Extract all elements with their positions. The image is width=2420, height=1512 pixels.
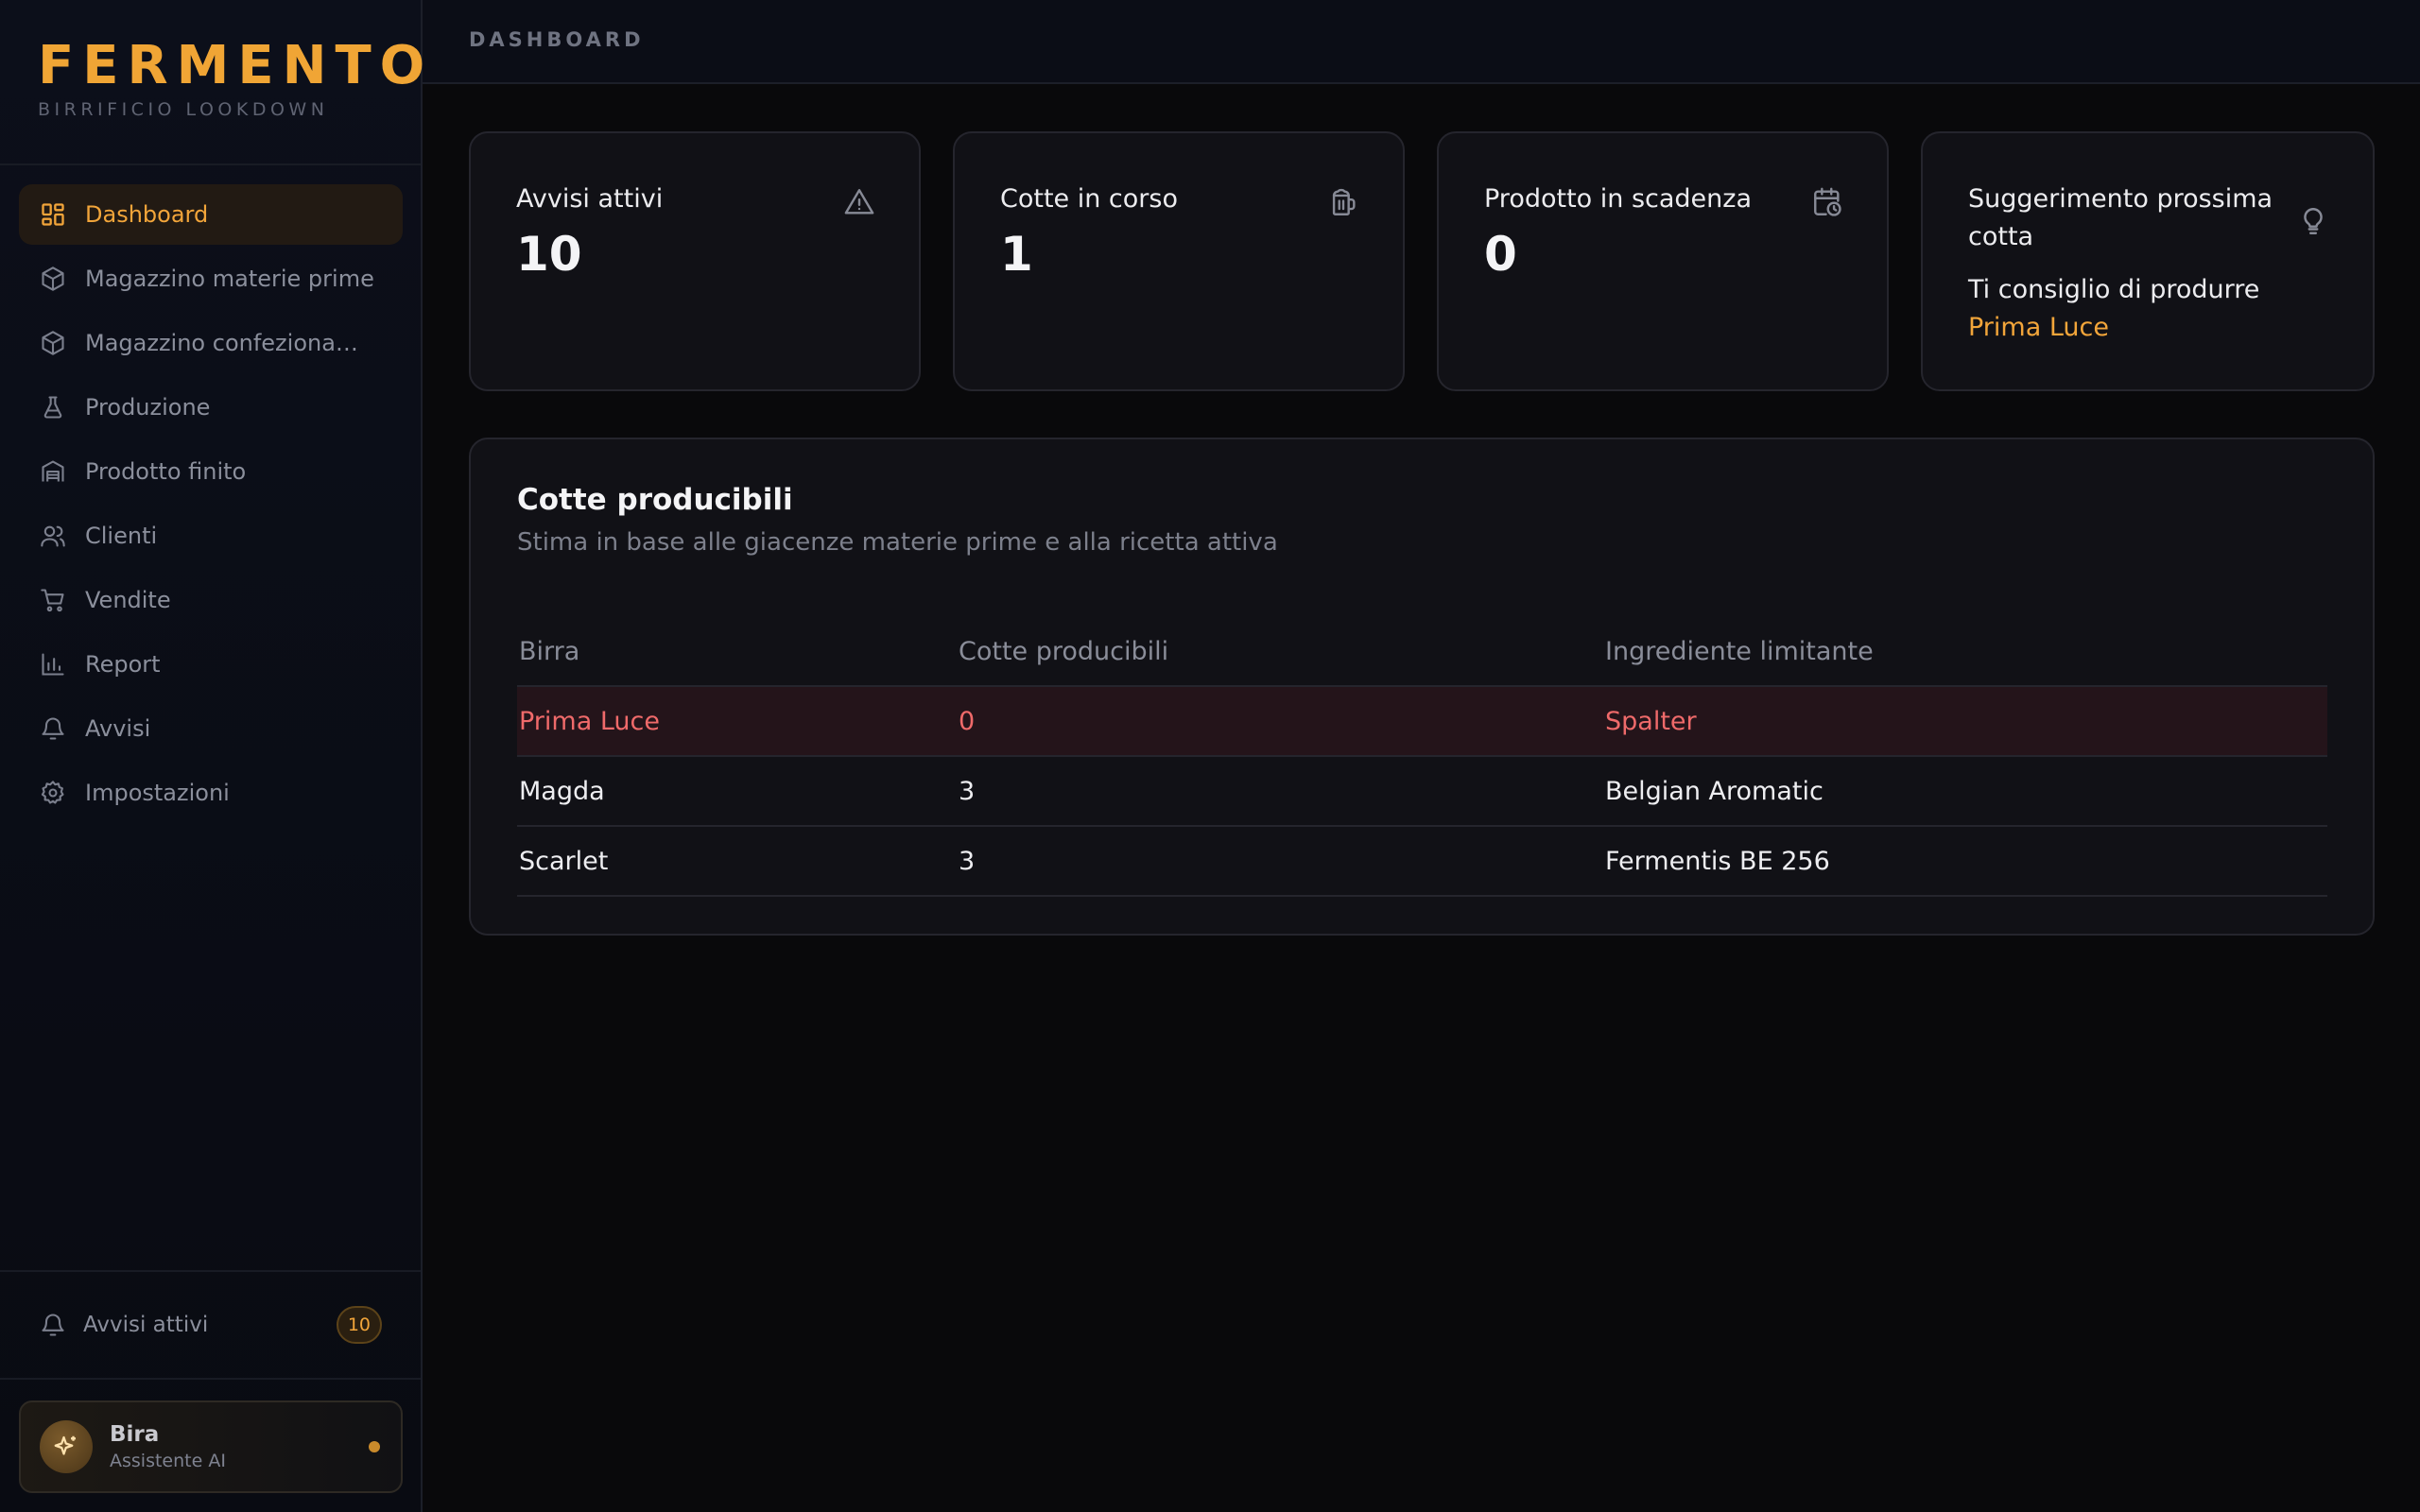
card-batches-in-progress: Cotte in corso 1 bbox=[953, 131, 1405, 391]
sidebar-active-alerts[interactable]: Avvisi attivi 10 bbox=[40, 1304, 382, 1346]
status-dot bbox=[369, 1441, 380, 1452]
box-icon bbox=[40, 330, 66, 356]
calendar-clock-icon bbox=[1811, 186, 1843, 218]
table-row[interactable]: Scarlet 3 Fermentis BE 256 bbox=[517, 827, 2327, 897]
card-active-alerts: Avvisi attivi 10 bbox=[469, 131, 921, 391]
card-title: Prodotto in scadenza bbox=[1484, 184, 1752, 214]
column-header: Ingrediente limitante bbox=[1605, 636, 1874, 666]
suggestion-prefix: Ti consiglio di produrre bbox=[1968, 275, 2260, 304]
card-expiring-product: Prodotto in scadenza 0 bbox=[1437, 131, 1889, 391]
sidebar-item-packaging[interactable]: Magazzino confezionamento bbox=[19, 313, 403, 373]
sidebar-item-label: Magazzino confezionamento bbox=[85, 330, 380, 356]
sidebar-item-label: Magazzino materie prime bbox=[85, 266, 374, 292]
suggestion-text: Ti consiglio di produrre Prima Luce bbox=[1968, 271, 2327, 347]
topbar: DASHBOARD bbox=[423, 0, 2420, 84]
cell-batches: 0 bbox=[959, 706, 976, 736]
assistant-role: Assistente AI bbox=[110, 1451, 226, 1471]
column-header: Cotte producibili bbox=[959, 636, 1169, 666]
users-icon bbox=[40, 523, 66, 549]
sidebar-item-label: Dashboard bbox=[85, 201, 209, 228]
card-value: 10 bbox=[516, 227, 582, 282]
sidebar-item-label: Vendite bbox=[85, 587, 171, 613]
producible-batches-table: Birra Cotte producibili Ingrediente limi… bbox=[517, 617, 2327, 897]
sidebar-item-raw-materials[interactable]: Magazzino materie prime bbox=[19, 249, 403, 309]
sidebar-item-report[interactable]: Report bbox=[19, 634, 403, 695]
cell-limiting: Spalter bbox=[1605, 706, 1697, 736]
beer-mug-icon bbox=[1327, 186, 1359, 218]
cell-batches: 3 bbox=[959, 846, 976, 876]
column-header: Birra bbox=[519, 636, 580, 666]
brand: FERMENTO BIRRIFICIO LOOKDOWN bbox=[38, 36, 433, 121]
card-title: Suggerimento prossima cotta bbox=[1968, 184, 2273, 251]
assistant-name: Bira bbox=[110, 1422, 160, 1447]
sparkles-icon bbox=[40, 1420, 93, 1473]
ai-assistant-button[interactable]: Bira Assistente AI bbox=[19, 1400, 403, 1493]
card-next-batch-suggestion: Suggerimento prossima cotta Ti consiglio… bbox=[1921, 131, 2375, 391]
cell-beer: Scarlet bbox=[519, 846, 609, 876]
card-value: 1 bbox=[1000, 227, 1033, 282]
card-title: Cotte in corso bbox=[1000, 184, 1178, 214]
box-icon bbox=[40, 266, 66, 292]
table-row[interactable]: Magda 3 Belgian Aromatic bbox=[517, 757, 2327, 827]
lightbulb-icon bbox=[2297, 205, 2329, 237]
breadcrumb: DASHBOARD bbox=[469, 28, 645, 51]
cell-beer: Prima Luce bbox=[519, 706, 660, 736]
brand-subtitle: BIRRIFICIO LOOKDOWN bbox=[38, 99, 329, 120]
divider bbox=[0, 1378, 421, 1380]
sidebar-item-dashboard[interactable]: Dashboard bbox=[19, 184, 403, 245]
divider bbox=[0, 1270, 421, 1272]
cell-limiting: Belgian Aromatic bbox=[1605, 776, 1824, 806]
alert-triangle-icon bbox=[843, 186, 875, 218]
sidebar-item-clients[interactable]: Clienti bbox=[19, 506, 403, 566]
sidebar: FERMENTO BIRRIFICIO LOOKDOWN Dashboard M… bbox=[0, 0, 424, 1512]
sidebar-item-label: Avvisi bbox=[85, 715, 151, 742]
cell-beer: Magda bbox=[519, 776, 605, 806]
divider bbox=[0, 163, 421, 165]
cell-limiting: Fermentis BE 256 bbox=[1605, 846, 1830, 876]
sidebar-item-label: Clienti bbox=[85, 523, 158, 549]
cart-icon bbox=[40, 587, 66, 613]
bell-icon bbox=[40, 715, 66, 742]
cell-batches: 3 bbox=[959, 776, 976, 806]
sidebar-item-label: Impostazioni bbox=[85, 780, 230, 806]
sidebar-item-sales[interactable]: Vendite bbox=[19, 570, 403, 630]
suggested-beer-link[interactable]: Prima Luce bbox=[1968, 313, 2109, 342]
table-row[interactable]: Prima Luce 0 Spalter bbox=[517, 687, 2327, 757]
sidebar-item-label: Report bbox=[85, 651, 161, 678]
sidebar-nav: Dashboard Magazzino materie prime Magazz… bbox=[19, 184, 403, 827]
sidebar-item-settings[interactable]: Impostazioni bbox=[19, 763, 403, 823]
panel-title: Cotte producibili bbox=[517, 483, 793, 517]
sidebar-item-production[interactable]: Produzione bbox=[19, 377, 403, 438]
bar-chart-icon bbox=[40, 651, 66, 678]
bell-icon bbox=[40, 1312, 66, 1338]
alerts-count-badge: 10 bbox=[336, 1306, 382, 1344]
flask-icon bbox=[40, 394, 66, 421]
sidebar-item-label: Produzione bbox=[85, 394, 211, 421]
sidebar-item-finished-product[interactable]: Prodotto finito bbox=[19, 441, 403, 502]
producible-batches-panel: Cotte producibili Stima in base alle gia… bbox=[469, 438, 2375, 936]
active-alerts-label: Avvisi attivi bbox=[83, 1313, 209, 1337]
brand-name: FERMENTO bbox=[38, 35, 434, 96]
panel-subtitle: Stima in base alle giacenze materie prim… bbox=[517, 528, 1278, 557]
card-value: 0 bbox=[1484, 227, 1517, 282]
sidebar-item-alerts[interactable]: Avvisi bbox=[19, 698, 403, 759]
sidebar-item-label: Prodotto finito bbox=[85, 458, 247, 485]
warehouse-icon bbox=[40, 458, 66, 485]
gear-icon bbox=[40, 780, 66, 806]
card-title: Avvisi attivi bbox=[516, 184, 664, 214]
dashboard-icon bbox=[40, 201, 66, 228]
table-header: Birra Cotte producibili Ingrediente limi… bbox=[517, 617, 2327, 687]
